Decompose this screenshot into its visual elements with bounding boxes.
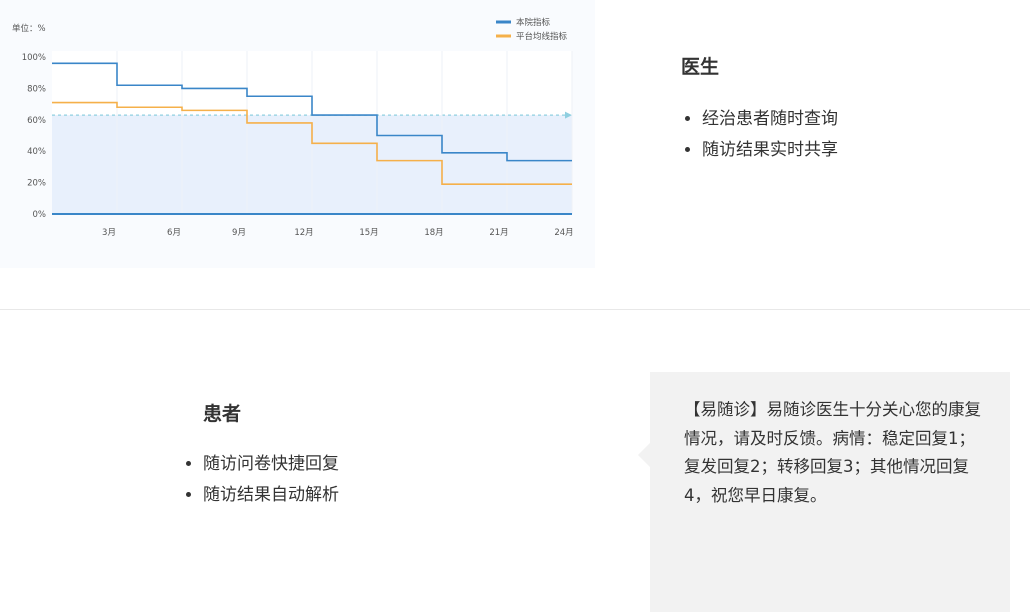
y-tick-label: 0%	[33, 210, 47, 220]
y-tick-label: 40%	[27, 147, 46, 157]
sms-bubble-arrow	[638, 443, 650, 467]
unit-label: 单位：%	[12, 23, 46, 34]
y-tick-label: 60%	[27, 116, 46, 126]
doctor-feature-item: 经治患者随时查询	[702, 104, 838, 135]
followup-chart-panel: 3月 6月 9月 12月 15月 18月 21月 24月 100% 80% 60% 40% 20% 0% 单…	[0, 0, 595, 268]
followup-step-chart: 3月 6月 9月 12月 15月 18月 21月 24月 100% 80% 60% 40% 20% 0% 单…	[12, 17, 574, 238]
legend-label: 平台均线指标	[516, 31, 568, 42]
x-tick-label: 3月	[102, 228, 116, 238]
legend-label: 本院指标	[516, 17, 551, 28]
y-tick-label: 100%	[22, 53, 46, 63]
x-tick-label: 12月	[294, 228, 313, 238]
x-tick-label: 18月	[424, 228, 443, 238]
doctor-feature-list: 经治患者随时查询 随访结果实时共享	[682, 104, 838, 166]
sms-message-text: 【易随诊】易随诊医生十分关心您的康复情况，请及时反馈。病情：稳定回复1；复发回复…	[684, 400, 981, 505]
patient-feature-item: 随访结果自动解析	[203, 480, 339, 511]
doctor-title: 医生	[681, 56, 720, 78]
doctor-feature-item: 随访结果实时共享	[702, 135, 838, 166]
patient-feature-list: 随访问卷快捷回复 随访结果自动解析	[183, 449, 339, 511]
x-tick-label: 6月	[167, 228, 181, 238]
y-tick-label: 80%	[27, 84, 46, 94]
x-tick-label: 15月	[359, 228, 378, 238]
x-tick-label: 24月	[554, 228, 573, 238]
x-tick-label: 21月	[489, 228, 508, 238]
patient-title: 患者	[203, 403, 242, 425]
sms-message-bubble: 【易随诊】易随诊医生十分关心您的康复情况，请及时反馈。病情：稳定回复1；复发回复…	[650, 372, 1010, 612]
y-tick-label: 20%	[27, 179, 46, 189]
x-tick-label: 9月	[232, 228, 246, 238]
section-divider	[0, 309, 1030, 310]
patient-feature-item: 随访问卷快捷回复	[203, 449, 339, 480]
